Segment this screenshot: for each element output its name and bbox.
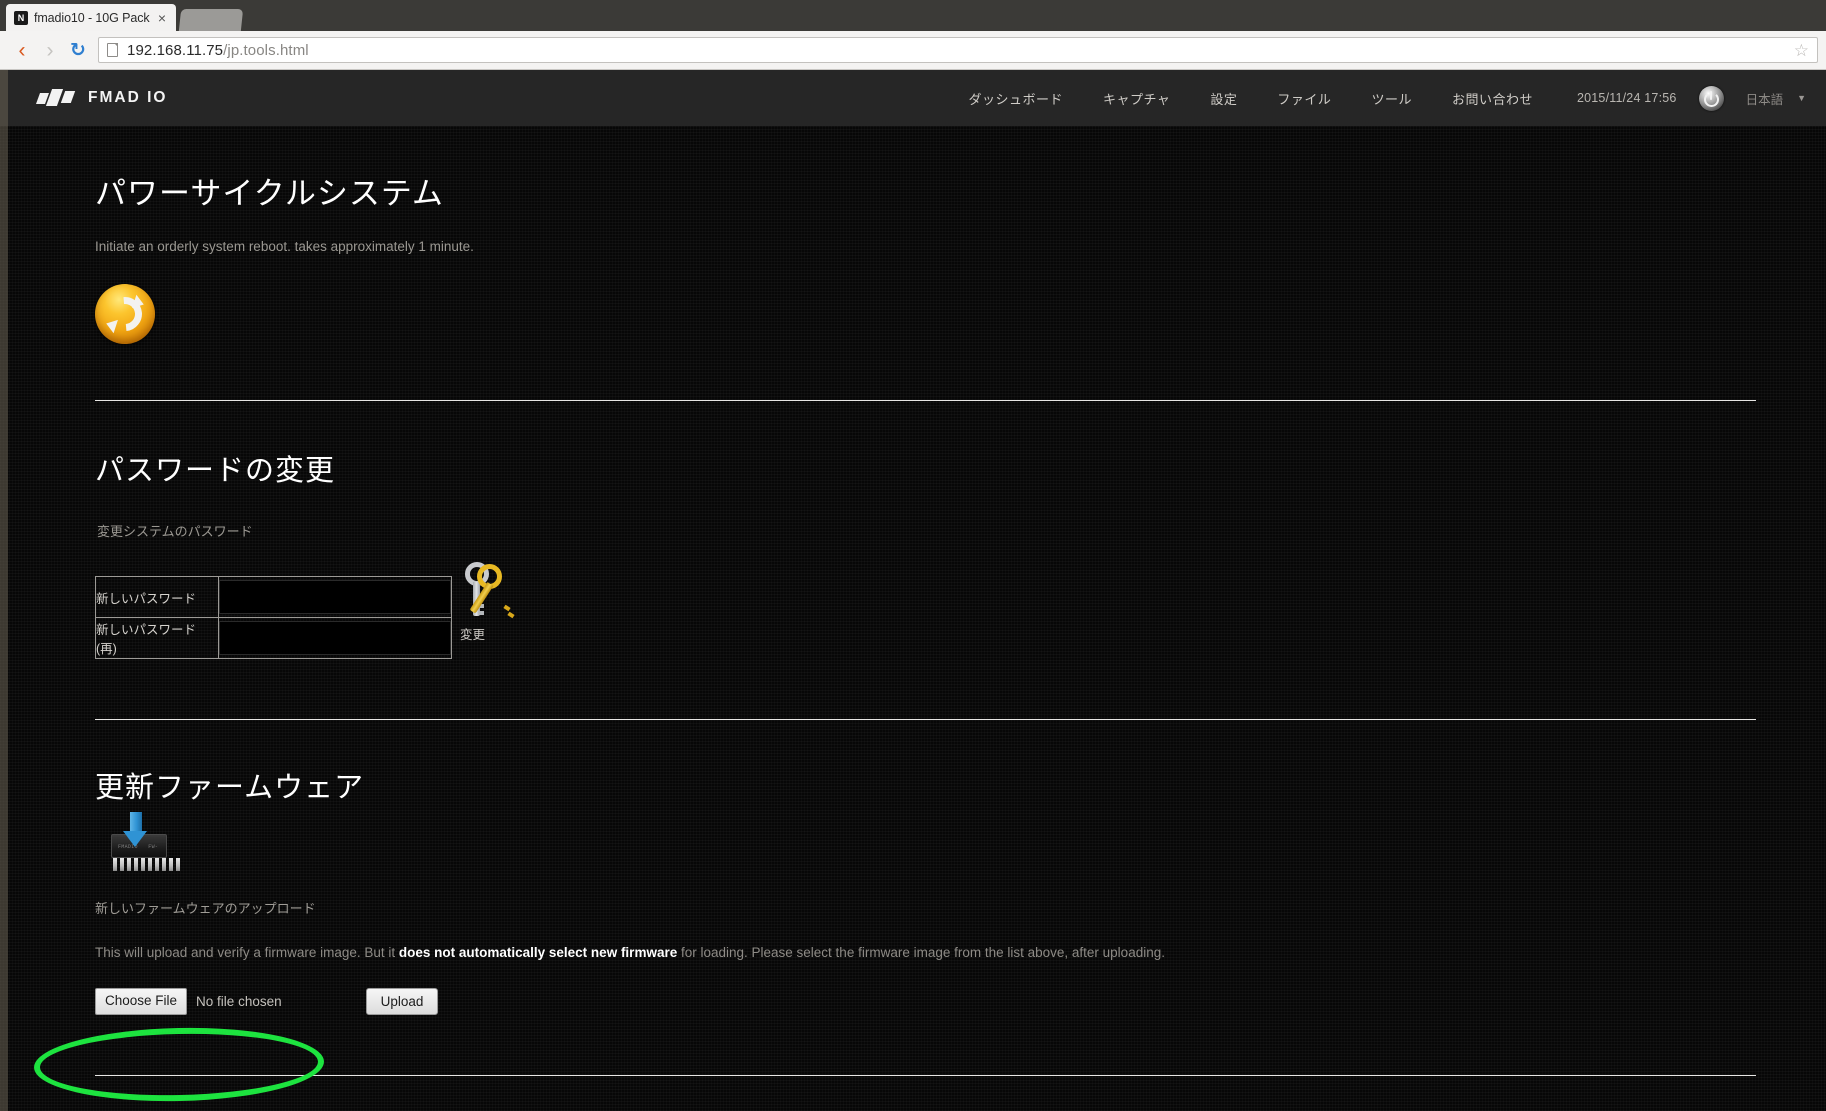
firmware-desc-part2: for loading. Please select the firmware … — [677, 945, 1165, 960]
password-table: 新しいパスワード 新しいパスワード (再) — [95, 576, 452, 659]
chevron-down-icon[interactable]: ▼ — [1797, 93, 1806, 103]
firmware-upload-description: This will upload and verify a firmware i… — [95, 945, 1766, 960]
back-icon[interactable]: ‹ — [8, 36, 36, 64]
change-password-description: 変更システムのパスワード — [97, 524, 253, 539]
reboot-button[interactable] — [95, 284, 155, 344]
language-selector-label[interactable]: 日本語 — [1746, 89, 1784, 108]
firmware-desc-part1: This will upload and verify a firmware i… — [95, 945, 399, 960]
nav-item-tools[interactable]: ツール — [1351, 89, 1432, 108]
change-password-title: パスワードの変更 — [95, 455, 336, 487]
power-cycle-description: Initiate an orderly system reboot. takes… — [95, 239, 474, 254]
reload-icon[interactable]: ↻ — [64, 36, 92, 64]
section-update-firmware: 更新ファームウェア FMADIO FW-REV 新しいファームウェアのアップロー… — [0, 720, 1826, 1015]
site-navbar: FMAD IO ダッシュボード キャプチャ 設定 ファイル ツール お問い合わせ… — [0, 70, 1826, 126]
page-content: FMAD IO ダッシュボード キャプチャ 設定 ファイル ツール お問い合わせ… — [0, 70, 1826, 1111]
nav-item-settings[interactable]: 設定 — [1190, 89, 1257, 108]
nav-item-capture[interactable]: キャプチャ — [1083, 89, 1190, 108]
url-path: /jp.tools.html — [223, 41, 309, 59]
system-clock: 2015/11/24 17:56 — [1576, 91, 1677, 105]
change-password-submit[interactable]: 変更 — [460, 560, 526, 643]
section-change-password: パスワードの変更 変更システムのパスワード 新しいパスワード 新しいパスワード … — [0, 401, 1826, 659]
firmware-upload-subtitle: 新しいファームウェアのアップロード — [95, 901, 316, 916]
brand-name: FMAD IO — [88, 89, 168, 106]
selected-file-name: No file chosen — [196, 994, 282, 1009]
new-password-input[interactable] — [219, 580, 451, 614]
navbar-right: 2015/11/24 17:56 日本語 ▼ — [1576, 85, 1806, 111]
main-content: パワーサイクルシステム Initiate an orderly system r… — [0, 126, 1826, 1076]
nav-item-contact[interactable]: お問い合わせ — [1432, 89, 1553, 108]
bookmark-star-icon[interactable]: ☆ — [1794, 42, 1809, 59]
confirm-password-input[interactable] — [219, 621, 451, 655]
new-password-label: 新しいパスワード — [95, 576, 219, 618]
browser-tabstrip: N fmadio10 - 10G Pack × — [0, 0, 1826, 31]
upload-button[interactable]: Upload — [365, 988, 439, 1015]
choose-file-button[interactable]: Choose File — [95, 988, 188, 1015]
keys-icon — [460, 560, 518, 622]
table-row: 新しいパスワード — [95, 576, 452, 618]
favicon-icon: N — [14, 10, 28, 25]
fmadio-logo-icon — [35, 88, 76, 108]
brand-logo[interactable]: FMAD IO — [35, 88, 168, 108]
update-firmware-title: 更新ファームウェア — [95, 772, 365, 804]
nav-item-files[interactable]: ファイル — [1257, 89, 1351, 108]
file-input-control[interactable]: Choose File No file chosen — [95, 988, 282, 1015]
firmware-desc-emphasis: does not automatically select new firmwa… — [398, 945, 678, 960]
url-host: 192.168.11.75 — [127, 41, 224, 59]
navbar-menu: ダッシュボード キャプチャ 設定 ファイル ツール お問い合わせ — [949, 89, 1553, 108]
browser-window: N fmadio10 - 10G Pack × ‹ › ↻ 192.168.11… — [0, 0, 1826, 1111]
firmware-chip-download-icon: FMADIO FW-REV — [111, 812, 180, 872]
browser-tab[interactable]: N fmadio10 - 10G Pack × — [6, 4, 176, 31]
tab-title: fmadio10 - 10G Pack — [34, 10, 150, 25]
section-divider — [95, 1075, 1756, 1076]
power-icon[interactable] — [1698, 85, 1724, 111]
url-text: 192.168.11.75/jp.tools.html — [127, 42, 309, 59]
browser-toolbar: ‹ › ↻ 192.168.11.75/jp.tools.html ☆ — [0, 31, 1826, 70]
nav-item-dashboard[interactable]: ダッシュボード — [949, 89, 1084, 108]
change-password-button-label: 変更 — [460, 628, 486, 642]
forward-icon[interactable]: › — [36, 36, 64, 64]
power-cycle-title: パワーサイクルシステム — [95, 176, 444, 211]
section-power-cycle: パワーサイクルシステム Initiate an orderly system r… — [0, 126, 1826, 344]
address-bar[interactable]: 192.168.11.75/jp.tools.html ☆ — [98, 37, 1818, 63]
password-form: 新しいパスワード 新しいパスワード (再) 変更 — [95, 562, 1766, 659]
new-tab-button[interactable] — [178, 9, 244, 31]
confirm-password-label: 新しいパスワード (再) — [95, 617, 219, 659]
firmware-upload-controls: Choose File No file chosen Upload — [95, 988, 1766, 1015]
page-icon — [107, 43, 118, 57]
close-icon[interactable]: × — [158, 11, 166, 25]
table-row: 新しいパスワード (再) — [95, 617, 452, 659]
